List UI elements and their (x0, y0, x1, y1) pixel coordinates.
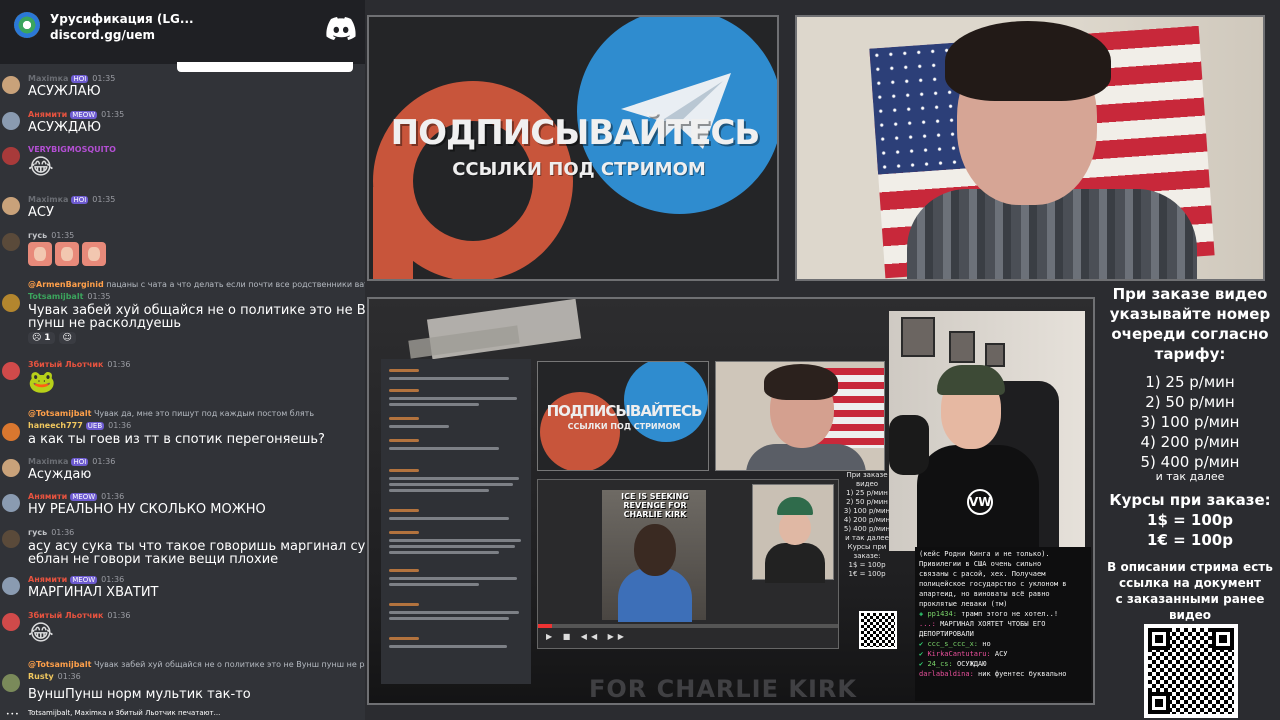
typing-dots-icon: ••• (6, 711, 20, 718)
avatar (2, 613, 20, 631)
qr-code[interactable] (1144, 624, 1238, 718)
avatar (2, 577, 20, 595)
info-line: При заказе видео (1112, 285, 1268, 303)
tariff-line: 5) 400 р/мин (1140, 453, 1240, 471)
tariff-line: 4) 200 р/мин (1140, 433, 1240, 451)
video-progress-bar[interactable] (538, 624, 838, 628)
message-meta: Maximкa HOI 01:35 (28, 74, 116, 83)
stream-layout: Урусификация (LG... discord.gg/uem Maxim… (0, 0, 1280, 720)
message-text: АСУЖЛАЮ (28, 84, 101, 99)
tariff-line: 2) 50 р/мин (1145, 393, 1235, 411)
capture-overlay-text: FOR CHARLIE KIRK (589, 675, 857, 703)
message-text: ВуншПунш норм мультик так-то (28, 687, 251, 702)
vw-logo-icon: VW (967, 489, 993, 515)
typing-indicator: Totsamijbalt, Maximкa и 3битый Льотчик п… (28, 709, 221, 717)
message-text: МАРГИНАЛ ХВАТИТ (28, 585, 159, 600)
server-name: Урусификация (LG... (50, 12, 194, 26)
streamer-webcam: VW (889, 311, 1085, 551)
avatar (2, 197, 20, 215)
reply-preview[interactable]: @Totsamijbalt Чувак забей хуй общайся не… (28, 660, 365, 669)
avatar (2, 147, 20, 165)
tariff-line: 1) 25 р/мин (1145, 373, 1235, 391)
pepe-emoji-icon: 🐸 (28, 370, 56, 395)
message-text-cont: пунш не расколдуешь (28, 316, 182, 331)
server-invite-link[interactable]: discord.gg/uem (50, 28, 155, 42)
guest-webcam (795, 15, 1265, 281)
streamer-beanie (937, 365, 1005, 395)
avatar (2, 674, 20, 692)
sticker-image (28, 242, 52, 266)
avatar (2, 494, 20, 512)
subscribe-banner: ПОДПИСЫВАЙТЕСЬ ССЫЛКИ ПОД СТРИМОМ (367, 15, 779, 281)
add-reaction-icon: ☺ (58, 332, 76, 344)
avatar (2, 530, 20, 548)
rates-title: Курсы при заказе: (1109, 491, 1271, 509)
nested-webcam (715, 361, 885, 471)
avatar (2, 294, 20, 312)
info-line: указывайте номер (1109, 305, 1271, 323)
desc-line: ссылка на документ (1119, 576, 1261, 590)
video-controls[interactable]: ▶ ■ ◀◀ ▶▶ (546, 632, 628, 641)
person-shirt (907, 189, 1197, 279)
desc-line: видео (1168, 608, 1212, 622)
etc-line: и так далее (1155, 470, 1225, 483)
server-header: Урусификация (LG... discord.gg/uem (0, 0, 365, 72)
message-text: а как ты гоев из тт в спотик перегоняешь… (28, 432, 325, 447)
reply-preview[interactable]: @Totsamijbalt Чувак да, мне это пишут по… (28, 409, 314, 418)
discord-icon (326, 17, 356, 40)
reaction-chip: ☹ 1 (28, 332, 55, 344)
nested-qr-code (859, 611, 897, 649)
avatar (2, 233, 20, 251)
avatar (2, 112, 20, 130)
sticker-image (55, 242, 79, 266)
nested-pip-cam (752, 484, 834, 583)
sticker-image (82, 242, 106, 266)
message-text: АСУЖДАЮ (28, 120, 101, 135)
rate-line: 1$ = 100р (1147, 511, 1233, 529)
banner-subtitle: ССЫЛКИ ПОД СТРИМОМ (452, 159, 706, 180)
message-text: Асуждаю (28, 467, 92, 482)
avatar (2, 459, 20, 477)
nested-video-player: ICE IS SEEKING REVENGE FOR CHARLIE KIRK … (537, 479, 839, 649)
reply-preview[interactable]: @ArmenBarginid пацаны с чата а что делат… (28, 280, 365, 289)
desc-line: с заказанными ранее (1115, 592, 1265, 606)
stream-chat-overlay: (кейс Родни Кинга и не только). Привилег… (915, 547, 1091, 701)
server-icon (14, 12, 40, 38)
message-text-cont: еблан не говори такие вещи плохие (28, 552, 279, 567)
tariff-line: 3) 100 р/мин (1140, 413, 1240, 431)
avatar (2, 76, 20, 94)
discord-chat-panel: Урусификация (LG... discord.gg/uem Maxim… (0, 0, 365, 720)
message-text: НУ РЕАЛЬНО НУ СКОЛЬКО МОЖНО (28, 502, 266, 517)
screen-capture: ПОДПИСЫВАЙТЕСЬ ССЫЛКИ ПОД СТРИМОМ При за… (367, 297, 1095, 705)
message-text: АСУ (28, 205, 54, 220)
joy-emoji-icon: 😂 (28, 621, 54, 646)
sticker-row (28, 242, 106, 266)
info-line: тарифу: (1154, 345, 1226, 363)
person-hair (945, 21, 1111, 101)
desc-line: В описании стрима есть (1107, 560, 1273, 574)
nested-info-text: При заказе видео 1) 25 р/мин 2) 50 р/мин… (843, 471, 891, 578)
banner-title: ПОДПИСЫВАЙТЕСЬ (390, 113, 761, 153)
header-input-bar (177, 62, 353, 72)
video-caption: ICE IS SEEKING REVENGE FOR CHARLIE KIRK (621, 492, 689, 519)
microphone-icon (889, 415, 929, 475)
joy-emoji-icon: 😂 (28, 155, 54, 180)
info-line: очереди согласно (1111, 325, 1269, 343)
avatar (2, 423, 20, 441)
nested-banner: ПОДПИСЫВАЙТЕСЬ ССЫЛКИ ПОД СТРИМОМ (537, 361, 709, 471)
avatar (2, 362, 20, 380)
reaction-row[interactable]: ☹ 1 ☺ (28, 332, 76, 344)
rate-line: 1€ = 100р (1147, 531, 1233, 549)
nested-chat-panel (381, 359, 531, 684)
